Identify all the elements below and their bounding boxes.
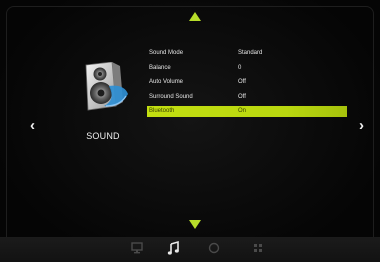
bottom-tab-bar <box>0 237 380 262</box>
menu-item-label: Sound Mode <box>149 50 184 56</box>
menu-item-label: Balance <box>149 64 171 71</box>
clock-icon[interactable] <box>206 240 222 256</box>
triangle-down-icon[interactable] <box>189 220 201 229</box>
music-note-icon[interactable] <box>166 240 182 256</box>
speaker-icon <box>76 61 130 114</box>
menu-item-sound-mode[interactable]: Sound Mode Standard <box>147 48 347 59</box>
menu-item-label: Surround Sound <box>149 93 193 100</box>
monitor-icon[interactable] <box>129 240 145 256</box>
chevron-left-icon[interactable]: ‹ <box>30 117 35 134</box>
tv-osd-screen: ‹ › SOUND Sound Mode Standard Balance 0 … <box>0 0 380 262</box>
menu-item-auto-volume[interactable]: Auto Volume Off <box>147 77 347 88</box>
menu-item-value: On <box>238 108 247 114</box>
menu-item-bluetooth[interactable]: Bluetooth On <box>147 106 347 117</box>
sound-settings-menu: Sound Mode Standard Balance 0 Auto Volum… <box>147 48 347 121</box>
menu-item-surround-sound[interactable]: Surround Sound Off <box>147 92 347 103</box>
triangle-up-icon[interactable] <box>189 12 201 21</box>
menu-item-value: Off <box>238 79 246 85</box>
menu-item-balance[interactable]: Balance 0 <box>147 63 347 74</box>
menu-item-value: 0 <box>238 64 242 71</box>
menu-item-label: Bluetooth <box>149 108 175 114</box>
chevron-right-icon[interactable]: › <box>359 117 364 134</box>
menu-item-label: Auto Volume <box>149 79 184 85</box>
menu-frame <box>6 6 374 256</box>
section-title: SOUND <box>86 131 120 141</box>
menu-item-value: Standard <box>238 50 263 56</box>
menu-item-value: Off <box>238 93 246 100</box>
grid-icon[interactable] <box>250 240 266 256</box>
